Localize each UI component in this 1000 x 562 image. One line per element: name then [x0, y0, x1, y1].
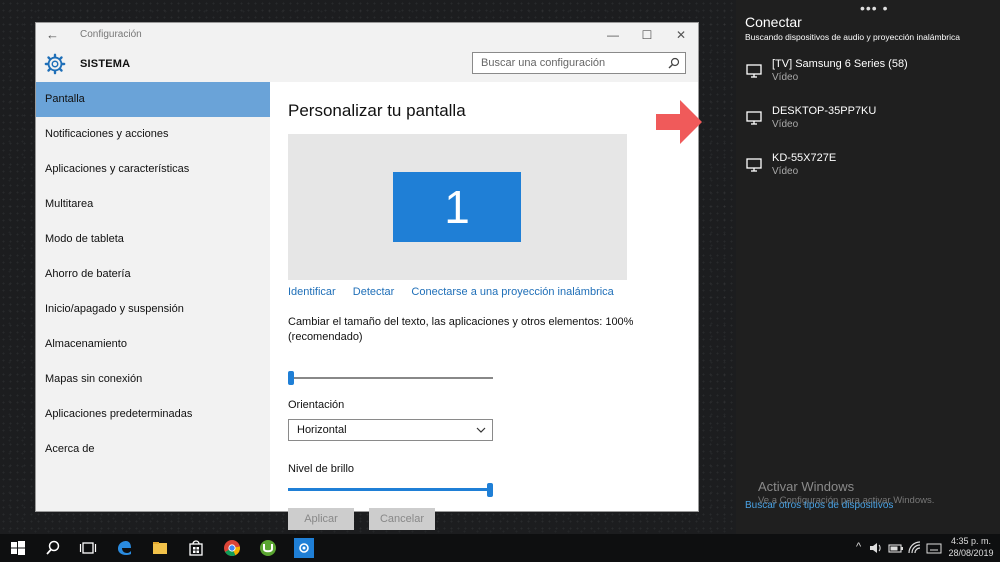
connect-panel: ••• • Conectar Buscando dispositivos de … — [736, 0, 1000, 534]
scale-label: Cambiar el tamaño del texto, las aplicac… — [288, 316, 634, 343]
tray-expand-icon[interactable]: ^ — [856, 541, 861, 553]
monitor-icon — [746, 158, 762, 172]
battery-icon[interactable] — [888, 540, 904, 556]
language-keyboard-icon[interactable] — [926, 540, 942, 556]
back-arrow-icon[interactable]: ← — [46, 27, 59, 42]
device-type: Vídeo — [772, 166, 799, 177]
utorrent-icon[interactable] — [258, 538, 278, 558]
slider-thumb[interactable] — [288, 371, 294, 385]
sidebar-item-predeterminadas[interactable]: Aplicaciones predeterminadas — [36, 397, 270, 432]
monitor-tile[interactable]: 1 — [393, 172, 521, 242]
find-other-devices-link[interactable]: Buscar otros tipos de dispositivos — [745, 500, 893, 511]
window-title: Configuración — [80, 29, 142, 40]
windows-start-icon[interactable] — [8, 538, 28, 558]
display-preview: 1 — [288, 134, 627, 280]
sidebar-item-bateria[interactable]: Ahorro de batería — [36, 257, 270, 292]
panel-title: Conectar — [745, 14, 802, 30]
sidebar-item-aplicaciones[interactable]: Aplicaciones y características — [36, 152, 270, 187]
wireless-projection-link[interactable]: Conectarse a una proyección inalámbrica — [411, 286, 613, 298]
store-icon[interactable] — [186, 538, 206, 558]
settings-app-icon[interactable] — [294, 538, 314, 558]
panel-subtitle: Buscando dispositivos de audio y proyecc… — [745, 32, 960, 42]
file-explorer-icon[interactable] — [150, 538, 170, 558]
device-name: [TV] Samsung 6 Series (58) — [772, 58, 908, 70]
maximize-button[interactable]: ☐ — [630, 25, 664, 45]
search-placeholder: Buscar una configuración — [481, 57, 606, 69]
settings-header: SISTEMA Buscar una configuración — [36, 47, 698, 81]
monitor-icon — [746, 111, 762, 125]
orientation-select[interactable]: Horizontal — [288, 419, 493, 441]
device-name: KD-55X727E — [772, 152, 837, 164]
activate-windows-title: Activar Windows — [758, 479, 855, 494]
device-type: Vídeo — [772, 119, 799, 130]
orientation-label: Orientación — [288, 399, 345, 411]
clock-time: 4:35 p. m. — [950, 536, 992, 546]
minimize-button[interactable]: — — [596, 25, 630, 45]
wifi-icon[interactable] — [907, 540, 923, 556]
sidebar-item-almacenamiento[interactable]: Almacenamiento — [36, 327, 270, 362]
sidebar-item-notificaciones[interactable]: Notificaciones y acciones — [36, 117, 270, 152]
close-button[interactable]: ✕ — [664, 25, 698, 45]
sidebar-item-mapas[interactable]: Mapas sin conexión — [36, 362, 270, 397]
device-item[interactable]: KD-55X727E Vídeo — [746, 152, 986, 186]
panel-dots: ••• • — [860, 0, 889, 16]
slider-fill — [288, 488, 490, 491]
brightness-label: Nivel de brillo — [288, 463, 355, 475]
cancel-button[interactable]: Cancelar — [369, 508, 435, 530]
gear-icon — [44, 53, 66, 75]
apply-button[interactable]: Aplicar — [288, 508, 354, 530]
detect-link[interactable]: Detectar — [353, 286, 395, 298]
device-type: Vídeo — [772, 72, 799, 83]
edge-browser-icon[interactable] — [114, 538, 134, 558]
device-item[interactable]: [TV] Samsung 6 Series (58) Vídeo — [746, 58, 986, 92]
orientation-value: Horizontal — [297, 424, 347, 436]
identify-link[interactable]: Identificar — [288, 286, 336, 298]
page-title: Personalizar tu pantalla — [288, 101, 466, 120]
sidebar-item-inicio-apagado[interactable]: Inicio/apagado y suspensión — [36, 292, 270, 327]
slider-thumb[interactable] — [487, 483, 493, 497]
chevron-down-icon — [476, 427, 486, 433]
volume-icon[interactable] — [868, 540, 884, 556]
chrome-icon[interactable] — [222, 538, 242, 558]
slider-track — [288, 377, 493, 379]
scale-slider[interactable] — [288, 371, 493, 385]
monitor-icon — [746, 64, 762, 78]
search-input[interactable]: Buscar una configuración — [472, 52, 686, 74]
sidebar-item-tableta[interactable]: Modo de tableta — [36, 222, 270, 257]
task-view-icon[interactable] — [78, 538, 98, 558]
main-content: Personalizar tu pantalla 1 Identificar D… — [270, 82, 698, 530]
brightness-slider[interactable] — [288, 483, 493, 497]
display-links: Identificar Detectar Conectarse a una pr… — [288, 286, 628, 298]
title-bar: ← Configuración — ☐ ✕ — [36, 23, 698, 47]
section-title: SISTEMA — [80, 58, 131, 70]
taskbar-clock[interactable]: 4:35 p. m. 28/08/2019 — [944, 535, 998, 559]
device-item[interactable]: DESKTOP-35PP7KU Vídeo — [746, 105, 986, 139]
sidebar-item-acerca[interactable]: Acerca de — [36, 432, 270, 467]
sidebar-item-multitarea[interactable]: Multitarea — [36, 187, 270, 222]
taskbar: ^ 4:35 p. m. 28/08/2019 — [0, 534, 1000, 562]
sidebar-item-pantalla[interactable]: Pantalla — [36, 82, 270, 117]
settings-window: ← Configuración — ☐ ✕ SISTEMA Buscar una… — [36, 23, 698, 530]
sidebar: Pantalla Notificaciones y acciones Aplic… — [36, 82, 270, 511]
red-arrow-icon — [656, 100, 702, 144]
search-icon[interactable] — [43, 538, 63, 558]
device-name: DESKTOP-35PP7KU — [772, 105, 877, 117]
clock-date: 28/08/2019 — [948, 548, 994, 558]
search-icon[interactable] — [668, 57, 680, 69]
